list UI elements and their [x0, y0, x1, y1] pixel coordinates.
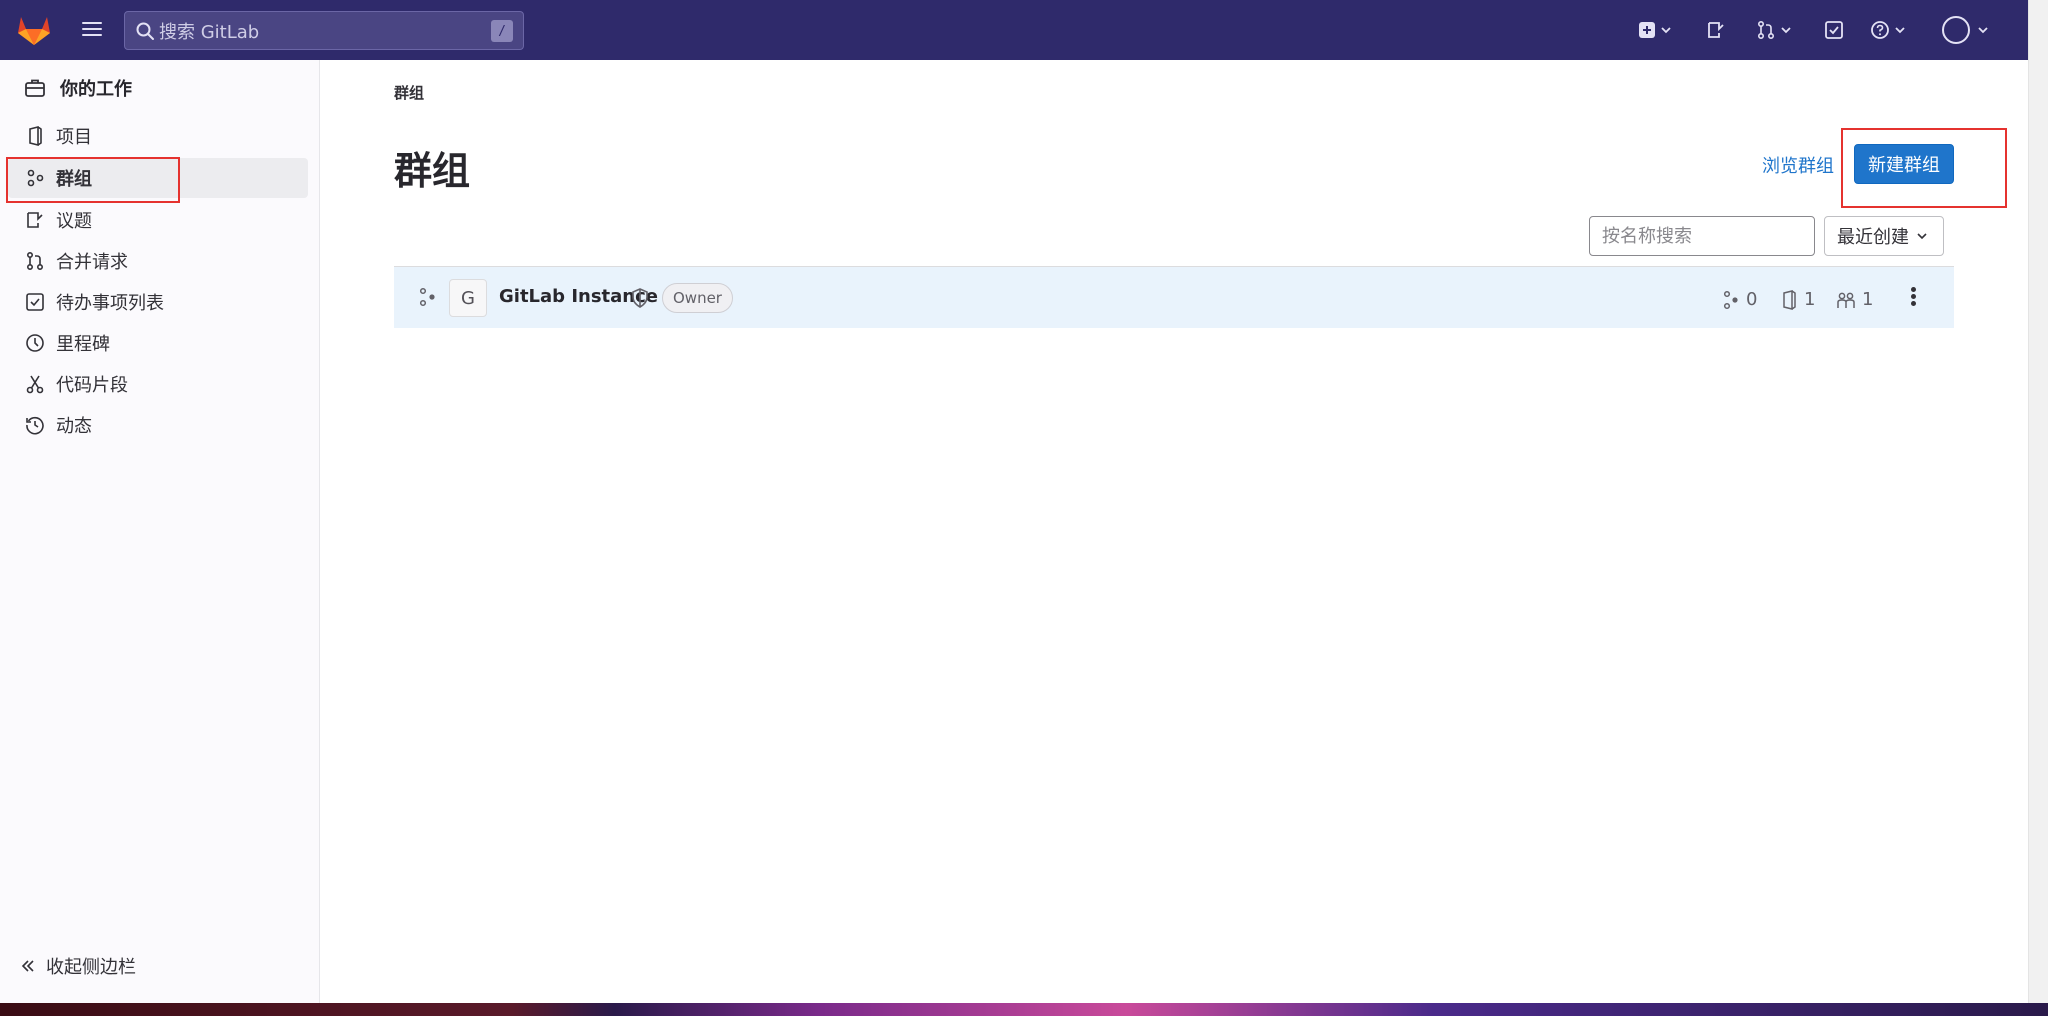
sidebar-item-label: 群组 [56, 169, 92, 190]
new-group-button[interactable]: 新建群组 [1854, 144, 1954, 184]
sort-dropdown[interactable]: 最近创建 [1824, 216, 1944, 256]
subgroup-count-value: 0 [1746, 289, 1758, 310]
snippet-icon [26, 375, 44, 394]
sidebar-item-issues[interactable]: 议题 [8, 200, 308, 240]
breadcrumb[interactable]: 群组 [394, 82, 424, 103]
sidebar-header[interactable]: 你的工作 [16, 70, 306, 106]
menu-icon[interactable] [80, 18, 104, 42]
sidebar-item-groups[interactable]: 群组 [8, 158, 308, 198]
chevron-down-icon [1978, 27, 1988, 34]
sidebar-item-snippets[interactable]: 代码片段 [8, 364, 308, 404]
issues-icon [1708, 22, 1724, 38]
create-new-button[interactable] [1638, 16, 1673, 44]
member-count-value: 1 [1862, 289, 1874, 310]
table-row[interactable]: G GitLab Instance Owner 0 1 1 [394, 266, 1954, 328]
subgroup-count[interactable]: 0 [1722, 289, 1757, 310]
sort-dropdown-label: 最近创建 [1837, 227, 1909, 248]
role-badge: Owner [662, 283, 733, 313]
explore-groups-link[interactable]: 浏览群组 [1762, 152, 1834, 178]
sidebar-item-merge-requests[interactable]: 合并请求 [8, 241, 308, 281]
todo-icon [1825, 21, 1843, 39]
sidebar-item-label: 议题 [56, 211, 92, 232]
collapse-sidebar-label: 收起侧边栏 [46, 957, 136, 978]
top-bar: 搜索 GitLab / [0, 0, 2028, 60]
merge-request-icon [1757, 20, 1775, 40]
users-icon [1837, 292, 1855, 308]
chevron-down-icon [1781, 27, 1791, 34]
sidebar-item-label: 待办事项列表 [56, 293, 164, 314]
project-icon [1783, 289, 1796, 310]
sidebar-item-label: 动态 [56, 416, 92, 437]
app-window: 搜索 GitLab / 你的工作 项目 群组 议题 合并请求 待办事项列表 里程… [0, 0, 2048, 1016]
sidebar-item-milestones[interactable]: 里程碑 [8, 323, 308, 363]
sidebar-item-projects[interactable]: 项目 [8, 116, 308, 156]
sidebar: 你的工作 项目 群组 议题 合并请求 待办事项列表 里程碑 代码片段 动态 收起… [0, 60, 320, 1003]
sidebar-item-label: 合并请求 [56, 252, 128, 273]
help-icon [1871, 21, 1889, 39]
search-input[interactable]: 搜索 GitLab / [124, 11, 524, 50]
more-actions-icon[interactable] [1908, 285, 1918, 311]
help-button[interactable] [1870, 16, 1907, 44]
desktop-wallpaper-strip [0, 1003, 2048, 1016]
project-icon [29, 126, 42, 146]
sidebar-item-label: 里程碑 [56, 334, 110, 355]
group-avatar[interactable]: G [449, 279, 487, 317]
project-count[interactable]: 1 [1780, 289, 1815, 310]
merge-request-icon [26, 251, 44, 271]
chevron-down-icon [1895, 27, 1905, 34]
clock-icon [26, 334, 44, 352]
project-count-value: 1 [1804, 289, 1816, 310]
group-icon [27, 169, 44, 187]
sidebar-item-label: 项目 [56, 127, 92, 148]
group-icon [419, 287, 435, 307]
sidebar-item-todos[interactable]: 待办事项列表 [8, 282, 308, 322]
plus-square-icon [1639, 22, 1655, 38]
chevron-double-left-icon [21, 960, 34, 972]
shield-icon [632, 288, 648, 308]
issues-icon [27, 212, 43, 228]
todo-nav-button[interactable] [1824, 16, 1844, 44]
main-content: 群组 群组 浏览群组 新建群组 最近创建 G GitLab Instance O… [394, 60, 1954, 1003]
member-count[interactable]: 1 [1836, 289, 1873, 310]
search-placeholder: 搜索 GitLab [159, 21, 260, 43]
sidebar-item-label: 代码片段 [56, 375, 128, 396]
sidebar-item-activity[interactable]: 动态 [8, 405, 308, 445]
gitlab-logo-icon[interactable] [16, 14, 52, 46]
chevron-down-icon [1661, 27, 1671, 34]
filter-by-name-input[interactable] [1589, 216, 1815, 256]
collapse-sidebar-button[interactable]: 收起侧边栏 [20, 953, 136, 979]
merge-requests-nav-button[interactable] [1756, 16, 1793, 44]
page-title: 群组 [394, 149, 471, 193]
work-briefcase-icon [25, 79, 45, 97]
search-icon [136, 22, 154, 40]
history-icon [26, 416, 44, 435]
todo-icon [26, 293, 44, 311]
chevron-down-icon [1917, 233, 1927, 240]
search-shortcut-badge: / [491, 20, 513, 42]
subgroup-icon [1723, 290, 1738, 309]
avatar [1942, 16, 1970, 44]
scrollbar[interactable] [2028, 0, 2048, 1003]
user-menu-button[interactable] [1942, 16, 1990, 44]
sidebar-header-label: 你的工作 [60, 79, 132, 100]
issues-nav-button[interactable] [1706, 16, 1726, 44]
